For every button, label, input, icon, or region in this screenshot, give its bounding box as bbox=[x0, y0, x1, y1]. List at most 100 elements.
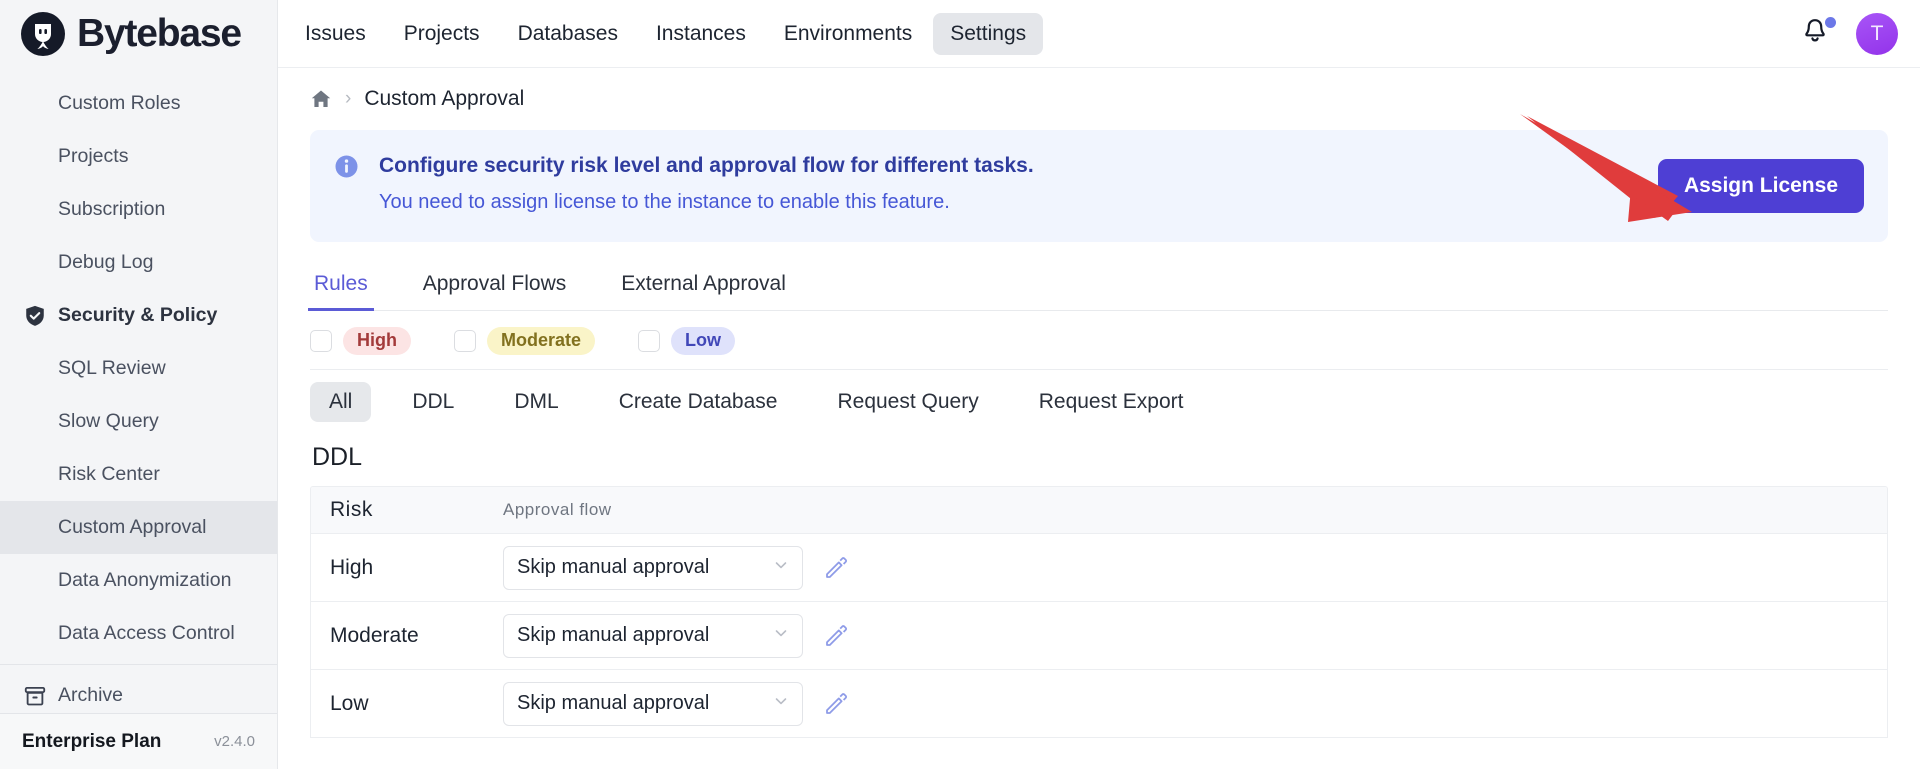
chevron-down-icon bbox=[773, 693, 789, 714]
type-filter-create-database[interactable]: Create Database bbox=[600, 382, 797, 422]
sidebar-item-debug-log[interactable]: Debug Log bbox=[0, 236, 277, 289]
sidebar-item-slow-query[interactable]: Slow Query bbox=[0, 395, 277, 448]
chevron-down-icon bbox=[773, 625, 789, 646]
topnav-item-environments[interactable]: Environments bbox=[767, 13, 929, 55]
type-filter-dml[interactable]: DML bbox=[495, 382, 577, 422]
banner-text: Configure security risk level and approv… bbox=[379, 151, 1034, 216]
chevron-down-icon bbox=[775, 630, 787, 637]
brand-name: Bytebase bbox=[77, 12, 242, 56]
sidebar-item-label: Subscription bbox=[58, 198, 166, 221]
sidebar-item-security-policy[interactable]: Security & Policy bbox=[0, 289, 277, 342]
table-row: Low Skip manual approval bbox=[311, 670, 1887, 738]
breadcrumb-separator: › bbox=[345, 88, 352, 109]
checkbox-high[interactable] bbox=[310, 330, 332, 352]
sidebar-item-label: Archive bbox=[58, 684, 124, 707]
license-info-banner: Configure security risk level and approv… bbox=[310, 130, 1888, 242]
approval-flow-select[interactable]: Skip manual approval bbox=[503, 681, 803, 726]
shield-check-icon bbox=[22, 303, 48, 329]
checkbox-moderate[interactable] bbox=[454, 330, 476, 352]
cell-approval-flow: Skip manual approval bbox=[503, 681, 1887, 726]
home-icon[interactable] bbox=[310, 88, 332, 110]
checkbox-low[interactable] bbox=[638, 330, 661, 352]
sidebar-item-label: SQL Review bbox=[58, 357, 166, 380]
approval-flow-select[interactable]: Skip manual approval bbox=[503, 545, 803, 590]
sidebar-item-label: Custom Roles bbox=[58, 92, 181, 115]
avatar[interactable]: T bbox=[1856, 12, 1898, 55]
breadcrumb-current: Custom Approval bbox=[364, 87, 525, 110]
risk-filter-high[interactable]: High bbox=[310, 327, 411, 355]
column-header-approval-flow: Approval flow bbox=[503, 500, 612, 519]
sidebar-item-custom-approval[interactable]: Custom Approval bbox=[0, 501, 277, 555]
sidebar-item-subscription[interactable]: Subscription bbox=[0, 183, 277, 236]
sidebar-item-projects[interactable]: Projects bbox=[0, 130, 277, 183]
sidebar-item-label: Debug Log bbox=[58, 251, 154, 274]
brand-logo[interactable]: Bytebase bbox=[0, 0, 277, 67]
sidebar-item-label: Data Access Control bbox=[58, 622, 235, 645]
table-header: Risk Approval flow bbox=[311, 487, 1887, 534]
plan-name: Enterprise Plan bbox=[22, 730, 162, 752]
top-bar: Issues Projects Databases Instances Environm… bbox=[278, 0, 1920, 68]
topnav-item-projects[interactable]: Projects bbox=[387, 13, 497, 55]
type-filter-request-export[interactable]: Request Export bbox=[1020, 382, 1203, 422]
banner-headline: Configure security risk level and approv… bbox=[379, 154, 1034, 177]
sidebar-footer: Enterprise Plan v2.4.0 bbox=[0, 713, 277, 769]
sidebar-item-data-access-control[interactable]: Data Access Control bbox=[0, 607, 277, 660]
notifications-button[interactable] bbox=[1802, 16, 1836, 51]
cell-risk: Moderate bbox=[330, 623, 419, 647]
archive-icon bbox=[22, 683, 48, 709]
sidebar-item-label: Data Anonymization bbox=[58, 569, 232, 592]
tab-external-approval[interactable]: External Approval bbox=[617, 264, 790, 310]
type-filter-request-query[interactable]: Request Query bbox=[818, 382, 997, 422]
sidebar-item-sql-review[interactable]: SQL Review bbox=[0, 342, 277, 395]
info-circle-icon bbox=[334, 154, 359, 179]
risk-badge-high: High bbox=[343, 327, 411, 355]
table-row: High Skip manual approval bbox=[311, 534, 1887, 602]
topnav-item-settings[interactable]: Settings bbox=[933, 12, 1044, 55]
topnav-item-databases[interactable]: Databases bbox=[501, 13, 635, 55]
section-tabs: Rules Approval Flows External Approval bbox=[308, 264, 1888, 311]
type-filter-all[interactable]: All bbox=[310, 382, 372, 422]
sidebar-item-archive[interactable]: Archive bbox=[0, 669, 277, 713]
breadcrumb: › Custom Approval bbox=[310, 68, 1888, 130]
risk-filter-low[interactable]: Low bbox=[638, 327, 736, 355]
edit-pencil-icon[interactable] bbox=[823, 691, 849, 717]
risk-filter-moderate[interactable]: Moderate bbox=[454, 327, 596, 355]
cell-risk: High bbox=[330, 555, 374, 579]
sidebar-item-risk-center[interactable]: Risk Center bbox=[0, 448, 277, 501]
cell-approval-flow: Skip manual approval bbox=[503, 613, 1887, 658]
risk-badge-moderate: Moderate bbox=[487, 327, 596, 355]
app-version: v2.4.0 bbox=[214, 733, 255, 750]
sidebar-item-label: Risk Center bbox=[58, 463, 160, 486]
edit-pencil-icon[interactable] bbox=[823, 555, 849, 581]
section-title: DDL bbox=[312, 443, 363, 471]
main-area: Issues Projects Databases Instances Environm… bbox=[278, 0, 1920, 769]
sidebar-item-label: Projects bbox=[58, 145, 129, 168]
task-type-filters: All DDL DML Create Database Request Query Req… bbox=[310, 370, 1888, 432]
risk-level-filters: High Moderate Low bbox=[310, 311, 1888, 370]
sidebar-divider bbox=[0, 664, 277, 666]
approval-rules-table: Risk Approval flow High Skip manual appro… bbox=[310, 486, 1888, 738]
sidebar-item-label: Slow Query bbox=[58, 410, 159, 433]
app-root: Bytebase Custom Roles Projects Subscriptio… bbox=[0, 0, 1920, 769]
chevron-down-icon bbox=[775, 562, 787, 569]
sidebar-item-custom-roles[interactable]: Custom Roles bbox=[0, 77, 277, 130]
chevron-down-icon bbox=[775, 698, 787, 705]
top-bar-actions: T bbox=[1802, 12, 1898, 55]
bytebase-logo-icon bbox=[20, 11, 66, 57]
edit-pencil-icon[interactable] bbox=[823, 623, 849, 649]
type-filter-ddl[interactable]: DDL bbox=[393, 382, 473, 422]
approval-flow-value: Skip manual approval bbox=[517, 624, 710, 646]
top-nav: Issues Projects Databases Instances Environm… bbox=[288, 12, 1044, 55]
cell-risk: Low bbox=[330, 691, 369, 715]
sidebar: Bytebase Custom Roles Projects Subscriptio… bbox=[0, 0, 278, 769]
chevron-down-icon bbox=[773, 557, 789, 578]
tab-approval-flows[interactable]: Approval Flows bbox=[419, 264, 571, 310]
sidebar-item-data-anonymization[interactable]: Data Anonymization bbox=[0, 554, 277, 607]
tab-rules[interactable]: Rules bbox=[308, 264, 374, 311]
topnav-item-issues[interactable]: Issues bbox=[288, 13, 383, 55]
approval-flow-select[interactable]: Skip manual approval bbox=[503, 613, 803, 658]
topnav-item-instances[interactable]: Instances bbox=[639, 13, 763, 55]
column-header-risk: Risk bbox=[330, 498, 373, 521]
approval-flow-value: Skip manual approval bbox=[517, 692, 710, 714]
assign-license-button[interactable]: Assign License bbox=[1657, 159, 1864, 213]
